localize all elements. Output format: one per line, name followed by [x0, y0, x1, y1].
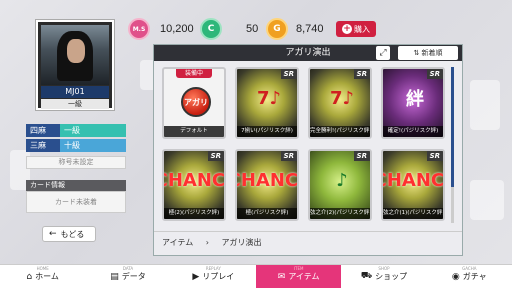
item-label: 極(パジリスク絆)	[237, 208, 297, 219]
ms-badge-icon: M.S	[128, 18, 150, 40]
item-icon: ✉	[277, 271, 286, 282]
item-label: 7揃い(パジリスク絆)	[237, 126, 297, 137]
nav-sublabel: ITEM	[293, 266, 304, 271]
nav-home[interactable]: HOME ⌂ ホーム	[0, 265, 85, 288]
card-info-header: カード情報	[26, 180, 126, 191]
rarity-badge: SR	[280, 151, 297, 161]
nav-label: ショップ	[375, 272, 408, 281]
buy-label: 購入	[354, 24, 370, 34]
gacha-icon: ◉	[451, 271, 460, 282]
item-label: デフォルト	[164, 126, 224, 137]
item-tile[interactable]: SR 絆 確定!(パジリスク絆)	[381, 67, 445, 139]
avatar-portrait	[41, 25, 109, 85]
credit-value: 50	[246, 23, 259, 35]
credit-balance: C 50	[200, 14, 258, 44]
item-tile[interactable]: SR 7♪ 完全勝利!(パジリスク絆)	[308, 67, 372, 139]
item-label: 確定!(パジリスク絆)	[383, 126, 443, 137]
avatar[interactable]: MJ01 一級	[36, 20, 114, 110]
expand-icon[interactable]: ⤢	[376, 46, 390, 60]
chance-symbol-icon: CHANCE	[237, 169, 297, 191]
nav-data[interactable]: DATA ▤ データ	[85, 265, 170, 288]
rarity-badge: SR	[426, 151, 443, 161]
gold-coin-icon: G	[266, 18, 288, 40]
breadcrumb-item: アガリ演出	[221, 238, 262, 247]
nav-label: アイテム	[288, 272, 320, 281]
rarity-badge: SR	[353, 69, 370, 79]
hat-symbol-icon: ♪	[336, 169, 348, 191]
sanma-rank: 三麻 十級	[26, 139, 126, 152]
item-label: 弦之介(1)(パジリスク絆)	[383, 208, 443, 219]
breadcrumb: アイテム › アガリ演出	[154, 231, 462, 253]
scrollbar-thumb[interactable]	[451, 67, 454, 187]
ms-value: 10,200	[160, 23, 194, 35]
item-tile[interactable]: SR ♪ 弦之介(2)(パジリスク絆)	[308, 149, 372, 221]
buy-button[interactable]: + 購入	[336, 21, 376, 37]
sanma-rank-value: 十級	[60, 139, 126, 152]
rarity-badge: SR	[426, 69, 443, 79]
shop-icon: ⛟	[360, 271, 373, 281]
breadcrumb-item[interactable]: アイテム	[162, 238, 193, 247]
chance-symbol-icon: CHANCE	[164, 169, 224, 191]
nav-sublabel: HOME	[36, 266, 49, 271]
nav-item[interactable]: ITEM ✉ アイテム	[255, 265, 342, 288]
sort-button[interactable]: ⇅ 新着順	[398, 46, 458, 60]
equipped-badge: 装備中	[176, 69, 212, 78]
yonma-rank: 四麻 一級	[26, 124, 126, 137]
title-placeholder: 称号未設定	[26, 156, 126, 169]
back-label: もどる	[60, 229, 85, 239]
ms-points: M.S 10,200	[128, 14, 194, 44]
card-info-value: カード未装着	[26, 191, 126, 213]
currency-bar: M.S 10,200 C 50 G 8,740 + 購入	[128, 14, 512, 44]
chance-symbol-icon: CHANCE	[383, 169, 443, 191]
bottom-nav: HOME ⌂ ホーム DATA ▤ データ REPLAY ▶ リプレイ ITEM…	[0, 264, 512, 288]
nav-label: リプレイ	[202, 272, 235, 281]
gold-value: 8,740	[296, 23, 324, 35]
data-icon: ▤	[110, 271, 119, 282]
item-label: 完全勝利!(パジリスク絆)	[310, 126, 370, 137]
arrow-left-icon: ←	[49, 229, 57, 239]
rarity-badge: SR	[280, 69, 297, 79]
player-rank: 一級	[41, 99, 109, 109]
nav-shop[interactable]: SHOP ⛟ ショップ	[341, 265, 426, 288]
rarity-badge: SR	[207, 151, 224, 161]
kizuna-symbol-icon: 絆	[406, 89, 424, 110]
nav-sublabel: REPLAY	[205, 266, 221, 271]
scrollbar[interactable]	[451, 67, 454, 223]
gold-balance: G 8,740	[266, 14, 324, 44]
sort-icon: ⇅	[413, 49, 422, 57]
player-name: MJ01	[41, 86, 109, 98]
nav-sublabel: DATA	[122, 266, 134, 271]
item-tile[interactable]: SR CHANCE 弦之介(1)(パジリスク絆)	[381, 149, 445, 221]
back-button[interactable]: ← もどる	[42, 226, 96, 242]
credit-coin-icon: C	[200, 18, 222, 40]
sanma-tag: 三麻	[26, 139, 60, 152]
plus-icon: +	[342, 24, 352, 34]
item-label: 弦之介(2)(パジリスク絆)	[310, 208, 370, 219]
home-icon: ⌂	[26, 271, 33, 282]
chevron-right-icon: ›	[205, 238, 209, 247]
yonma-tag: 四麻	[26, 124, 60, 137]
item-panel: アガリ演出 ⤢ ⇅ 新着順 装備中 アガリ デフォルト SR 7♪ 7揃い(パジ…	[153, 44, 463, 256]
rarity-badge: SR	[353, 151, 370, 161]
seven-symbol-icon: 7♪	[329, 87, 354, 109]
item-tile[interactable]: SR CHANCE 極(パジリスク絆)	[235, 149, 299, 221]
agari-button-icon: アガリ	[181, 87, 211, 117]
nav-label: データ	[121, 272, 146, 281]
nav-label: ガチャ	[462, 272, 487, 281]
nav-label: ホーム	[35, 272, 59, 281]
item-label: 極(2)(パジリスク絆)	[164, 208, 224, 219]
item-tile[interactable]: SR 7♪ 7揃い(パジリスク絆)	[235, 67, 299, 139]
item-tile-default[interactable]: 装備中 アガリ デフォルト	[162, 67, 226, 139]
nav-replay[interactable]: REPLAY ▶ リプレイ	[171, 265, 256, 288]
replay-icon: ▶	[192, 271, 200, 282]
sort-label: 新着順	[421, 49, 443, 57]
yonma-rank-value: 一級	[60, 124, 126, 137]
nav-sublabel: SHOP	[378, 266, 390, 271]
seven-symbol-icon: 7♪	[256, 87, 281, 109]
item-tile[interactable]: SR CHANCE 極(2)(パジリスク絆)	[162, 149, 226, 221]
nav-gacha[interactable]: GACHA ◉ ガチャ	[427, 265, 512, 288]
nav-sublabel: GACHA	[462, 266, 477, 271]
